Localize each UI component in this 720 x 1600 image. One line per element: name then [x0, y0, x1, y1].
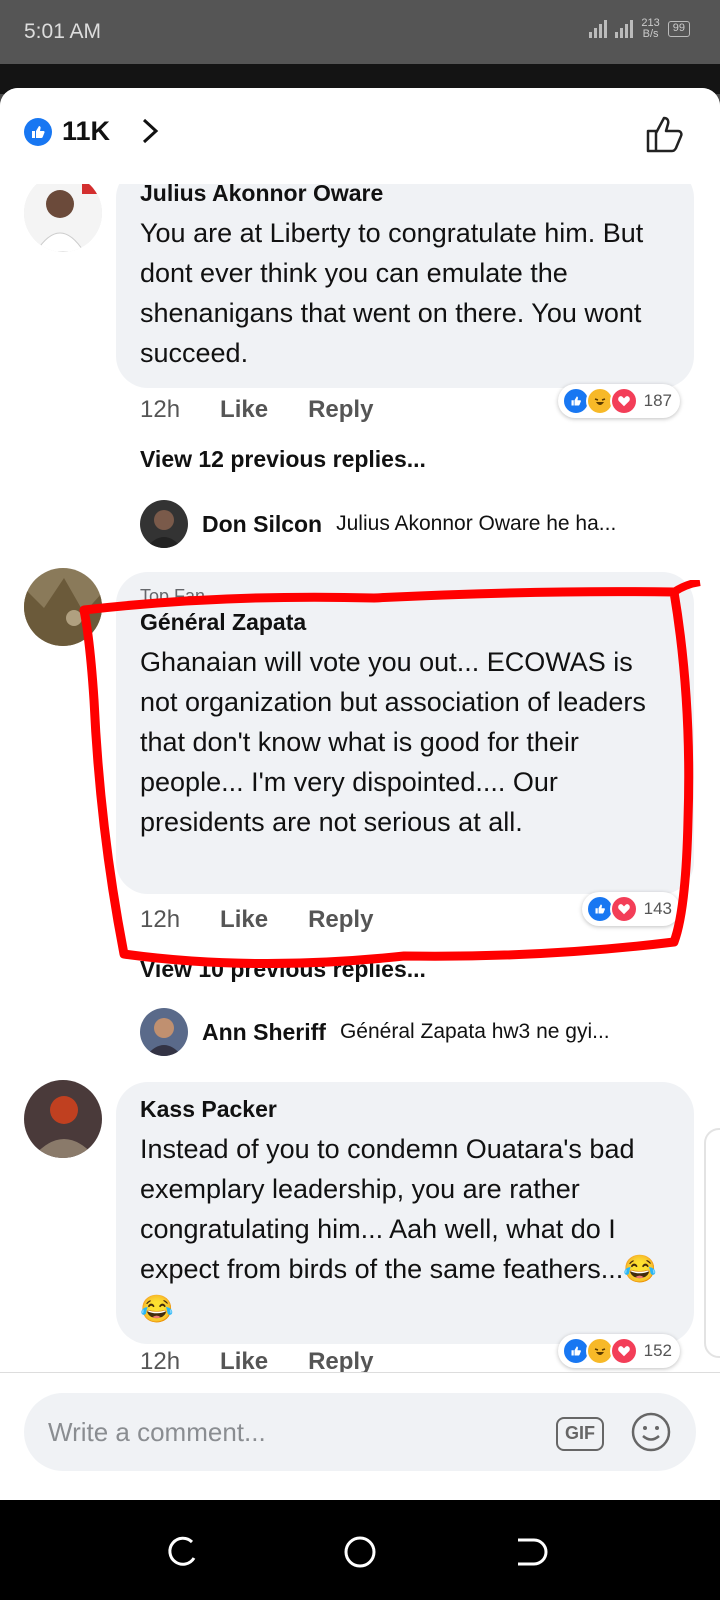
thumbs-up-icon[interactable] — [644, 112, 688, 156]
reactions-header[interactable]: 11K — [0, 88, 720, 184]
like-button[interactable]: Like — [220, 396, 268, 424]
chevron-right-icon[interactable] — [140, 116, 160, 154]
comment-composer: GIF — [0, 1372, 720, 1500]
reaction-summary[interactable]: 152 — [557, 1334, 680, 1368]
battery-icon: 99 — [667, 21, 690, 37]
reaction-count: 187 — [643, 391, 672, 410]
signal-icon — [589, 20, 608, 38]
comment-author[interactable]: Kass Packer — [140, 1096, 670, 1123]
gif-button[interactable]: GIF — [556, 1417, 604, 1451]
love-reaction-icon — [609, 387, 638, 415]
comments-sheet: 11K Julius Akonnor Oware You are at Libe… — [0, 88, 720, 1500]
home-icon[interactable] — [340, 1532, 380, 1572]
reaction-count: 152 — [643, 1341, 672, 1360]
status-icons: 213 B/s 99 — [589, 18, 690, 40]
reply-text: Général Zapata hw3 ne gyi... — [339, 1020, 610, 1043]
reply-text: Julius Akonnor Oware he ha... — [336, 512, 617, 535]
status-bar: 5:01 AM 213 B/s 99 — [0, 0, 720, 64]
red-highlight-annotation — [79, 580, 701, 968]
comment-bubble[interactable]: Julius Akonnor Oware You are at Liberty … — [116, 166, 694, 388]
net-speed: 213 B/s — [641, 18, 659, 40]
comment-time: 12h — [140, 396, 181, 423]
reaction-summary[interactable]: 187 — [557, 384, 680, 418]
net-speed-unit: B/s — [642, 28, 659, 40]
reply-button[interactable]: Reply — [308, 396, 373, 424]
signal-icon-2 — [615, 20, 634, 38]
comment-bubble[interactable]: Kass Packer Instead of you to condemn Ou… — [116, 1082, 694, 1344]
emoji-icon[interactable] — [630, 1411, 672, 1453]
avatar — [140, 500, 188, 548]
comment-actions: 12h Like Reply — [140, 396, 373, 424]
reply-author: Don Silcon — [202, 510, 323, 537]
love-reaction-icon — [609, 1337, 638, 1365]
reply-author: Ann Sheriff — [202, 1018, 326, 1045]
back-icon[interactable] — [510, 1532, 550, 1572]
edge-card — [704, 1128, 720, 1358]
system-nav-bar — [0, 1500, 720, 1600]
comment-text: You are at Liberty to congratulate him. … — [140, 218, 644, 368]
avatar[interactable] — [24, 1080, 102, 1158]
reply-preview[interactable]: Don Silcon Julius Akonnor Oware he ha... — [140, 500, 616, 548]
like-reaction-icon — [24, 118, 52, 146]
recent-apps-icon[interactable] — [164, 1532, 204, 1572]
comment-author[interactable]: Julius Akonnor Oware — [140, 180, 670, 207]
avatar — [140, 1008, 188, 1056]
status-time: 5:01 AM — [24, 20, 102, 43]
reply-preview[interactable]: Ann Sheriff Général Zapata hw3 ne gyi... — [140, 1008, 610, 1056]
view-replies-link[interactable]: View 12 previous replies... — [140, 446, 426, 473]
comment-text: Instead of you to condemn Ouatara's bad … — [140, 1134, 657, 1324]
avatar[interactable] — [24, 174, 102, 252]
like-count: 11K — [62, 116, 111, 146]
